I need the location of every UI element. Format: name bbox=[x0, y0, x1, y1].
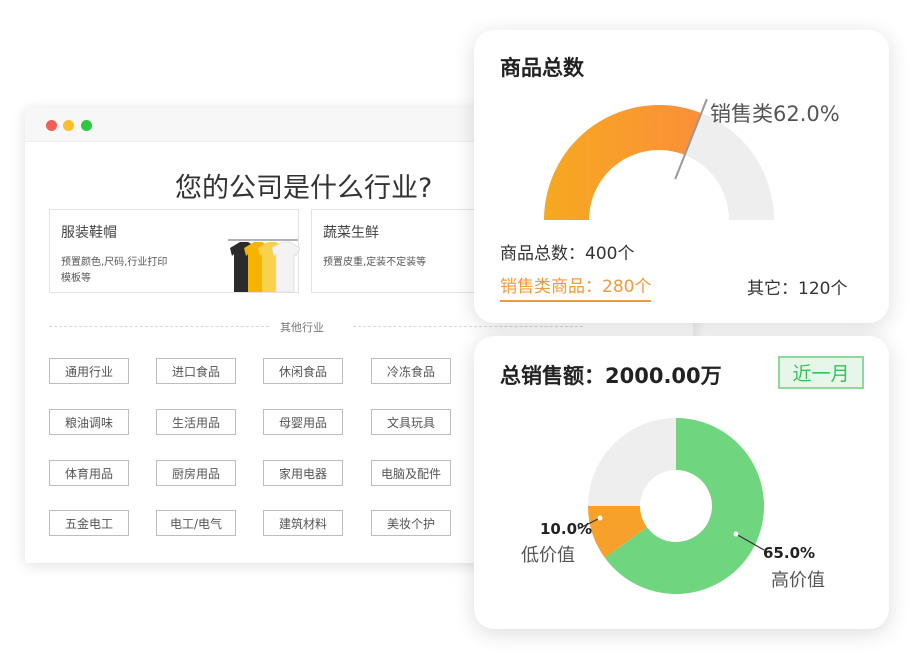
industry-tag[interactable]: 休闲食品 bbox=[263, 358, 343, 384]
gauge-sales-segment bbox=[544, 105, 702, 220]
low-value-percent: 10.0% bbox=[540, 520, 593, 538]
divider-right bbox=[353, 326, 583, 327]
industry-tag[interactable]: 电脑及配件 bbox=[371, 460, 451, 486]
goods-card-title: 商品总数 bbox=[500, 56, 584, 80]
industry-tag[interactable]: 建筑材料 bbox=[263, 510, 343, 536]
industry-tag[interactable]: 美妆个护 bbox=[371, 510, 451, 536]
industry-card-desc: 预置皮重,定装不定装等 bbox=[323, 257, 427, 268]
industry-tag[interactable]: 冷冻食品 bbox=[371, 358, 451, 384]
industry-tag[interactable]: 体育用品 bbox=[49, 460, 129, 486]
industry-tag[interactable]: 粮油调味 bbox=[49, 409, 129, 435]
industry-tag[interactable]: 母婴用品 bbox=[263, 409, 343, 435]
low-value-marker bbox=[597, 515, 603, 521]
industry-tag[interactable]: 生活用品 bbox=[156, 409, 236, 435]
industry-card-title: 服装鞋帽 bbox=[61, 225, 117, 241]
industry-card-desc: 预置颜色,尺码,行业打印模板等 bbox=[61, 257, 168, 284]
industry-tag[interactable]: 文具玩具 bbox=[371, 409, 451, 435]
industry-tag[interactable]: 通用行业 bbox=[49, 358, 129, 384]
value-donut-chart bbox=[577, 418, 765, 594]
industry-card-apparel[interactable]: 服装鞋帽 预置颜色,尺码,行业打印模板等 bbox=[49, 209, 300, 293]
close-window-dot[interactable] bbox=[46, 120, 57, 131]
industry-question: 您的公司是什么行业? bbox=[175, 173, 433, 204]
industry-tag[interactable]: 厨房用品 bbox=[156, 460, 236, 486]
industry-tag[interactable]: 电工/电气 bbox=[156, 510, 236, 536]
sales-percent-label: 销售类62.0% bbox=[710, 102, 840, 126]
industry-tag[interactable]: 进口食品 bbox=[156, 358, 236, 384]
minimize-window-dot[interactable] bbox=[63, 120, 74, 131]
industry-tag[interactable]: 五金电工 bbox=[49, 510, 129, 536]
donut-slice-2 bbox=[588, 418, 676, 506]
sales-goods-text[interactable]: 销售类商品：280个 bbox=[500, 272, 652, 302]
industry-card-title: 蔬菜生鲜 bbox=[323, 225, 379, 241]
sales-total-card: 总销售额：2000.00万 近一月 10.0% 低价值 65.0% 高价值 bbox=[474, 336, 889, 629]
tshirt-rack-icon bbox=[228, 239, 300, 293]
high-value-percent: 65.0% bbox=[763, 544, 816, 562]
low-value-label: 低价值 bbox=[521, 545, 575, 566]
high-value-label: 高价值 bbox=[771, 570, 825, 591]
goods-total-text: 商品总数：400个 bbox=[500, 244, 635, 264]
industry-tag[interactable]: 家用电器 bbox=[263, 460, 343, 486]
other-industries-label: 其他行业 bbox=[280, 321, 324, 334]
high-value-marker bbox=[733, 531, 739, 537]
divider-left bbox=[49, 326, 269, 327]
other-goods-text: 其它：120个 bbox=[747, 279, 848, 299]
goods-total-card: 商品总数 销售类62.0% 商品总数：400个 销售类商品：280个 其它：12… bbox=[474, 30, 889, 323]
maximize-window-dot[interactable] bbox=[81, 120, 92, 131]
